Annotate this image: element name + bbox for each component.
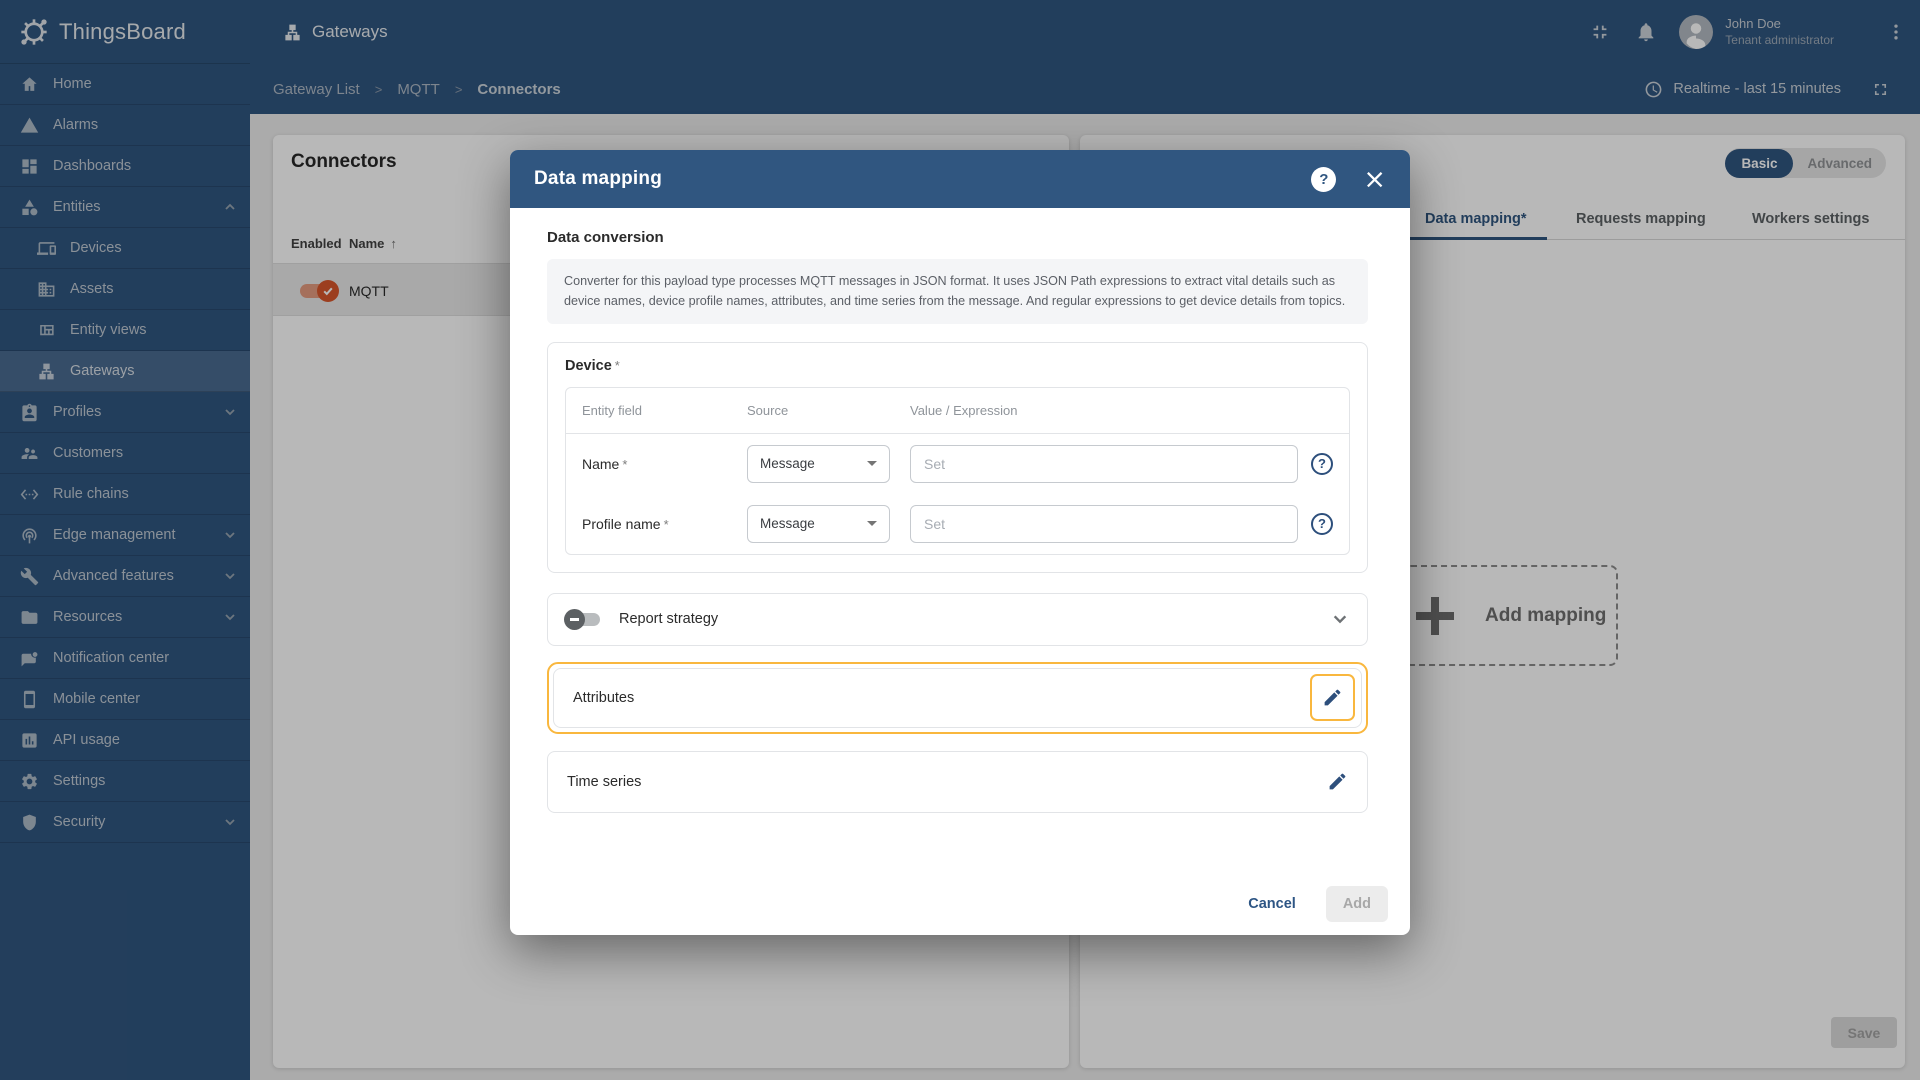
column-value-expression: Value / Expression xyxy=(910,402,1018,418)
device-fields-table: Entity field Source Value / Expression N… xyxy=(565,386,1350,555)
section-title-data-conversion: Data conversion xyxy=(547,229,664,246)
attributes-section: Attributes xyxy=(553,667,1362,728)
report-strategy-label: Report strategy xyxy=(619,611,719,628)
data-mapping-dialog: Data mapping ? × Data conversion Convert… xyxy=(510,150,1410,935)
minus-icon xyxy=(570,618,579,621)
data-conversion-description: Converter for this payload type processe… xyxy=(547,259,1368,324)
edit-time-series-button[interactable] xyxy=(1327,771,1348,792)
required-marker: * xyxy=(622,456,628,472)
report-strategy-toggle[interactable] xyxy=(564,608,600,630)
time-series-label: Time series xyxy=(567,773,642,790)
pencil-icon xyxy=(1322,687,1343,708)
field-help-icon[interactable]: ? xyxy=(1311,512,1333,535)
cancel-button[interactable]: Cancel xyxy=(1248,896,1296,912)
value-expression-input[interactable] xyxy=(910,444,1298,483)
field-help-icon[interactable]: ? xyxy=(1311,452,1333,475)
device-section-title: Device * xyxy=(565,357,620,374)
caret-down-icon xyxy=(867,521,877,527)
add-button[interactable]: Add xyxy=(1325,886,1388,922)
dialog-title: Data mapping xyxy=(534,168,663,189)
column-source: Source xyxy=(747,402,789,418)
edit-attributes-button[interactable] xyxy=(1310,674,1355,722)
device-field-row-profile-name: Profile name* Message ? xyxy=(566,494,1349,554)
source-select[interactable]: Message xyxy=(747,504,890,543)
pencil-icon xyxy=(1327,771,1348,792)
value-expression-input[interactable] xyxy=(910,504,1298,543)
device-field-row-name: Name* Message ? xyxy=(566,434,1349,494)
attributes-label: Attributes xyxy=(573,689,635,706)
dialog-footer: Cancel Add xyxy=(510,873,1410,935)
device-table-header: Entity field Source Value / Expression xyxy=(566,388,1349,434)
help-icon[interactable]: ? xyxy=(1311,166,1337,192)
chevron-down-icon[interactable] xyxy=(1332,611,1348,627)
required-marker: * xyxy=(663,516,669,532)
required-marker: * xyxy=(614,357,620,373)
caret-down-icon xyxy=(867,461,877,467)
attributes-highlight: Attributes xyxy=(547,661,1368,734)
column-entity-field: Entity field xyxy=(582,402,642,418)
field-label: Name * xyxy=(582,455,628,472)
source-select[interactable]: Message xyxy=(747,444,890,483)
time-series-section: Time series xyxy=(547,750,1368,813)
device-section: Device * Entity field Source Value / Expr… xyxy=(547,341,1368,573)
field-label: Profile name * xyxy=(582,515,669,532)
report-strategy-section[interactable]: Report strategy xyxy=(547,592,1368,646)
close-icon[interactable]: × xyxy=(1363,166,1386,193)
dialog-header: Data mapping ? × xyxy=(510,150,1410,208)
